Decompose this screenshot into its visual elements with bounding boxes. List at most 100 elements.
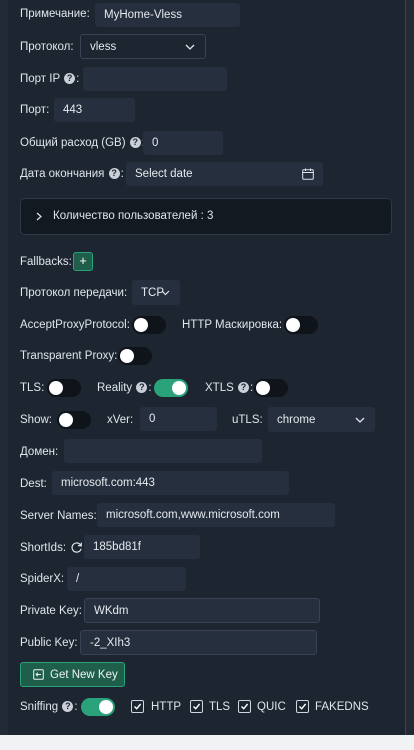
key-icon xyxy=(33,669,44,680)
help-icon[interactable]: ? xyxy=(237,382,249,394)
toggle-knob xyxy=(172,381,186,395)
spider-x-input[interactable]: / xyxy=(67,567,186,591)
remark-input[interactable]: MyHome-Vless xyxy=(95,3,240,27)
sniff-http-label: HTTP xyxy=(151,701,182,713)
check-icon xyxy=(134,703,142,710)
calendar-icon xyxy=(302,168,314,180)
expiry-colon: : xyxy=(120,168,124,180)
xver-value: 0 xyxy=(149,413,156,425)
utls-label: uTLS: xyxy=(232,414,263,426)
clients-collapse-panel[interactable]: Количество пользователей : 3 xyxy=(20,198,392,235)
add-fallback-button[interactable]: + xyxy=(73,252,93,271)
domain-label: Домен: xyxy=(20,446,59,458)
sniff-quic-checkbox[interactable] xyxy=(238,700,251,713)
server-names-value: microsoft.com,www.microsoft.com xyxy=(106,509,280,521)
expiry-label: Дата окончания xyxy=(20,168,105,180)
reality-label-row: Reality ?: xyxy=(97,382,152,394)
tls-toggle[interactable] xyxy=(47,379,81,397)
private-key-value: WKdm xyxy=(94,604,129,617)
refresh-icon[interactable] xyxy=(70,541,83,554)
public-key-input[interactable]: -2_XIh3 xyxy=(80,630,317,655)
total-input[interactable]: 0 xyxy=(143,131,223,155)
sniff-quic-label: QUIC xyxy=(257,701,286,713)
short-ids-input[interactable]: 185bd81f xyxy=(84,535,200,559)
chevron-right-icon xyxy=(36,212,42,221)
utls-value: chrome xyxy=(277,413,316,426)
reality-toggle[interactable] xyxy=(154,379,188,397)
fallbacks-label: Fallbacks: xyxy=(20,256,72,268)
expiry-label-row: Дата окончания ?: xyxy=(20,168,124,180)
dest-input[interactable]: microsoft.com:443 xyxy=(52,471,289,495)
remark-value: MyHome-Vless xyxy=(104,9,182,21)
sniffing-label-row: Sniffing ?: xyxy=(20,701,78,713)
xtls-colon: : xyxy=(249,382,254,394)
server-names-input[interactable]: microsoft.com,www.microsoft.com xyxy=(97,503,335,527)
chevron-down-icon xyxy=(185,44,195,50)
short-ids-label: ShortIds: xyxy=(20,542,67,554)
transparent-proxy-toggle[interactable] xyxy=(118,347,152,365)
sniff-http-checkbox[interactable] xyxy=(131,700,144,713)
chevron-down-icon xyxy=(355,417,365,423)
reality-label: Reality xyxy=(97,382,133,394)
help-icon[interactable]: ? xyxy=(64,73,76,85)
sniff-fakedns-checkbox[interactable] xyxy=(296,700,309,713)
server-names-label: Server Names: xyxy=(20,510,97,522)
reality-colon: : xyxy=(148,382,152,394)
toggle-knob xyxy=(59,413,73,427)
short-ids-value: 185bd81f xyxy=(93,541,141,553)
port-ip-input[interactable] xyxy=(83,67,227,91)
port-ip-colon: : xyxy=(76,73,80,85)
total-label-row: Общий расход (GB) ?: xyxy=(20,137,145,149)
show-toggle[interactable] xyxy=(57,411,91,429)
get-new-key-button[interactable]: Get New Key xyxy=(20,662,125,687)
help-icon[interactable]: ? xyxy=(136,382,148,394)
check-icon xyxy=(299,703,307,710)
accept-proxy-label: AcceptProxyProtocol: xyxy=(20,319,130,331)
sniff-tls-checkbox[interactable] xyxy=(190,700,203,713)
expiry-placeholder: Select date xyxy=(135,168,193,180)
total-value: 0 xyxy=(152,137,159,149)
toggle-knob xyxy=(99,700,113,714)
protocol-value: vless xyxy=(90,40,117,53)
xver-label: xVer: xyxy=(107,414,134,426)
sniffing-toggle[interactable] xyxy=(81,698,115,716)
port-label: Порт: xyxy=(20,104,50,116)
private-key-input[interactable]: WKdm xyxy=(84,598,320,623)
check-icon xyxy=(193,703,201,710)
accept-proxy-toggle[interactable] xyxy=(132,316,166,334)
transparent-proxy-label: Transparent Proxy: xyxy=(20,350,118,362)
get-new-key-label: Get New Key xyxy=(50,668,118,681)
port-input[interactable]: 443 xyxy=(54,98,135,122)
toggle-knob xyxy=(120,349,134,363)
utls-select[interactable]: chrome xyxy=(268,407,375,432)
port-ip-label: Порт IP xyxy=(20,73,60,85)
xtls-label-row: XTLS ?: xyxy=(205,382,253,394)
show-label: Show: xyxy=(20,414,52,426)
xtls-label: XTLS xyxy=(205,382,234,394)
help-icon[interactable]: ? xyxy=(108,168,120,180)
sniff-tls-label: TLS xyxy=(209,701,231,713)
http-mask-toggle[interactable] xyxy=(284,316,318,334)
toggle-knob xyxy=(49,381,63,395)
protocol-label: Протокол: xyxy=(20,41,74,53)
xtls-toggle[interactable] xyxy=(254,379,288,397)
spider-x-label: SpiderX: xyxy=(20,573,65,585)
window-bottom-strip xyxy=(0,735,414,750)
expiry-date-picker[interactable]: Select date xyxy=(126,162,323,186)
dest-label: Dest: xyxy=(20,478,47,490)
toggle-knob xyxy=(134,318,148,332)
network-select[interactable]: TCP xyxy=(132,280,180,305)
port-value: 443 xyxy=(63,104,83,116)
remark-label: Примечание: xyxy=(20,8,90,20)
domain-input[interactable] xyxy=(64,439,262,463)
help-icon[interactable]: ? xyxy=(129,137,141,149)
spider-x-value: / xyxy=(76,573,80,585)
protocol-select[interactable]: vless xyxy=(80,34,206,59)
clients-label: Количество пользователей : 3 xyxy=(53,210,214,222)
xver-input[interactable]: 0 xyxy=(140,407,217,431)
help-icon[interactable]: ? xyxy=(62,701,74,713)
toggle-knob xyxy=(286,318,300,332)
tls-label: TLS: xyxy=(20,382,45,394)
toggle-knob xyxy=(256,381,270,395)
http-mask-label: HTTP Маскировка: xyxy=(182,319,283,331)
